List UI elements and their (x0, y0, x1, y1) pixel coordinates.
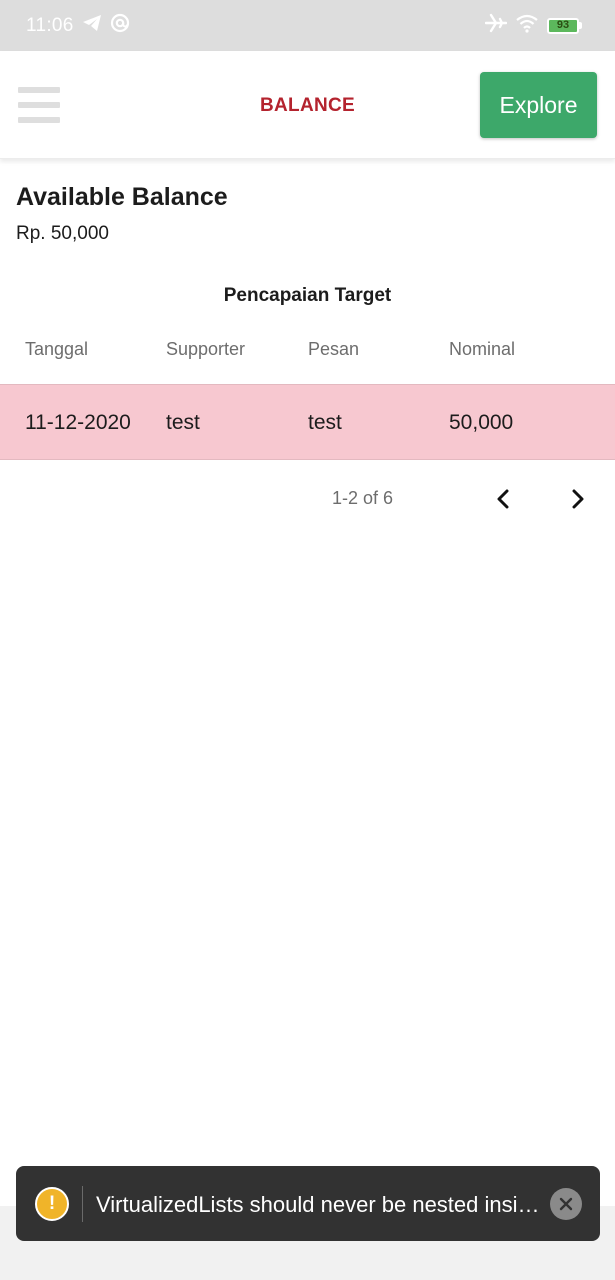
at-sign-icon (110, 13, 130, 38)
toast-message: VirtualizedLists should never be nested … (96, 1192, 540, 1217)
table-header: Tanggal Supporter Pesan Nominal (0, 320, 615, 384)
balance-title: Available Balance (16, 183, 228, 211)
battery-icon: 93 (547, 17, 582, 34)
table-row[interactable]: 11-12-2020 test test 50,000 (0, 384, 615, 460)
toast-divider (82, 1186, 83, 1222)
battery-tip (579, 22, 582, 29)
cell-tanggal: 11-12-2020 (25, 411, 131, 434)
status-time: 11:06 (26, 14, 74, 36)
balance-amount: Rp. 50,000 (16, 223, 109, 244)
close-icon[interactable] (550, 1188, 582, 1220)
column-header-pesan: Pesan (308, 339, 360, 359)
wifi-icon (515, 13, 539, 38)
column-header-supporter: Supporter (166, 339, 246, 359)
status-bar-left: 11:06 (26, 13, 130, 38)
chevron-right-icon[interactable] (560, 481, 596, 517)
app-header: BALANCE Explore (0, 51, 615, 159)
cell-supporter: test (166, 411, 200, 434)
status-bar-right: 93 (484, 13, 582, 38)
column-header-nominal: Nominal (449, 339, 516, 359)
airplane-icon (484, 13, 508, 38)
cell-nominal: 50,000 (449, 411, 514, 434)
status-bar: 11:06 93 (0, 0, 615, 51)
battery-level: 93 (547, 17, 579, 34)
cell-pesan: test (308, 411, 342, 434)
pagination-range: 1-2 of 6 (332, 488, 394, 508)
screen: 11:06 93 BALANCE Explore Available Balan… (0, 0, 615, 1280)
menu-line (18, 87, 60, 93)
telegram-icon (82, 14, 102, 37)
chevron-left-icon[interactable] (485, 481, 521, 517)
column-header-tanggal: Tanggal (25, 339, 89, 359)
warning-icon: ! (35, 1187, 69, 1221)
explore-button[interactable]: Explore (480, 72, 597, 138)
warning-toast[interactable]: ! VirtualizedLists should never be neste… (16, 1166, 600, 1241)
table-title: Pencapaian Target (223, 285, 392, 306)
menu-line (18, 117, 60, 123)
